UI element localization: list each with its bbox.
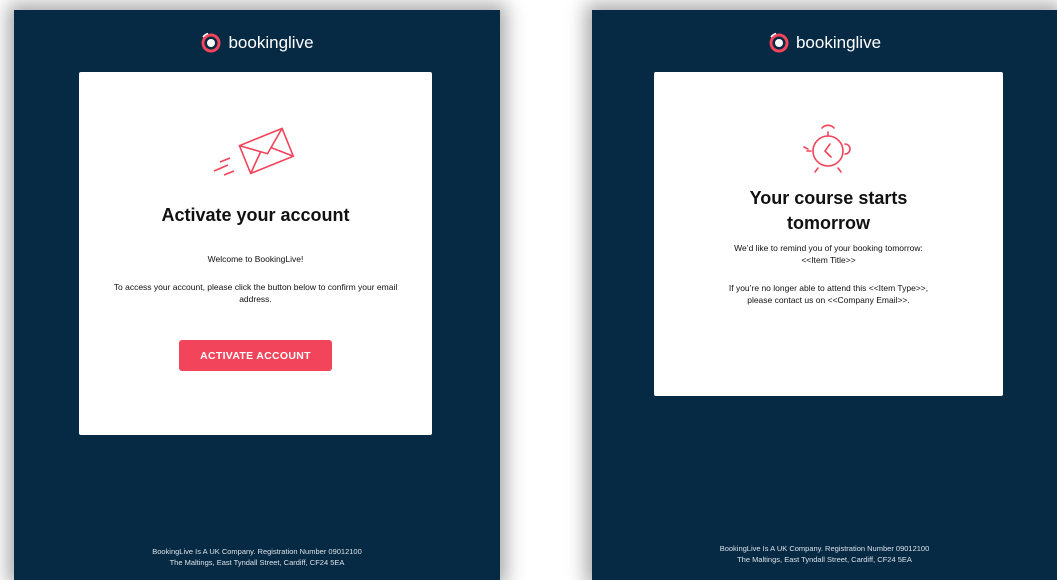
email-title: Your course starts tomorrow [749, 188, 908, 233]
email-footer: BookingLive Is A UK Company. Registratio… [592, 543, 1057, 565]
activation-email-panel: bookinglive Activate your account Welcom… [14, 10, 500, 580]
alarm-clock-icon [802, 124, 851, 173]
reminder-text: We’d like to remind you of your booking … [654, 242, 1003, 266]
email-header-logo: bookinglive [592, 32, 1057, 54]
email-card: Activate your account Welcome to Booking… [79, 72, 432, 435]
footer-company-line: BookingLive Is A UK Company. Registratio… [719, 544, 930, 553]
email-card: Your course starts tomorrow We’d like to… [654, 72, 1003, 396]
email-title: Activate your account [161, 205, 350, 225]
contact-line: If you’re no longer able to attend this … [728, 283, 929, 293]
logo-text: bookinglive [228, 33, 314, 52]
bookinglive-logo-icon [769, 32, 789, 53]
footer-company-line: BookingLive Is A UK Company. Registratio… [152, 547, 362, 556]
instructions-text: To access your account, please click the… [113, 282, 398, 304]
contact-email-line: please contact us on <<Company Email>>. [747, 295, 910, 305]
contact-text: If you’re no longer able to attend this … [654, 282, 1003, 306]
footer-address-line: The Maltings, East Tyndall Street, Cardi… [737, 555, 912, 564]
email-footer: BookingLive Is A UK Company. Registratio… [14, 546, 500, 568]
course-reminder-email-panel: bookinglive Your course starts tomorrow [592, 10, 1057, 580]
logo-text: bookinglive [795, 33, 882, 52]
footer-address-line: The Maltings, East Tyndall Street, Cardi… [169, 558, 345, 567]
reminder-line: We’d like to remind you of your booking … [734, 243, 923, 253]
item-title-placeholder: <<Item Title>> [801, 255, 856, 265]
email-header-logo: bookinglive [14, 32, 500, 54]
envelope-icon [213, 127, 295, 176]
envelope-illustration [79, 122, 432, 182]
alarm-clock-illustration [654, 118, 1003, 176]
bookinglive-logo-icon [201, 32, 221, 53]
activate-account-button[interactable]: ACTIVATE ACCOUNT [179, 340, 332, 371]
welcome-text: Welcome to BookingLive! [207, 254, 304, 264]
